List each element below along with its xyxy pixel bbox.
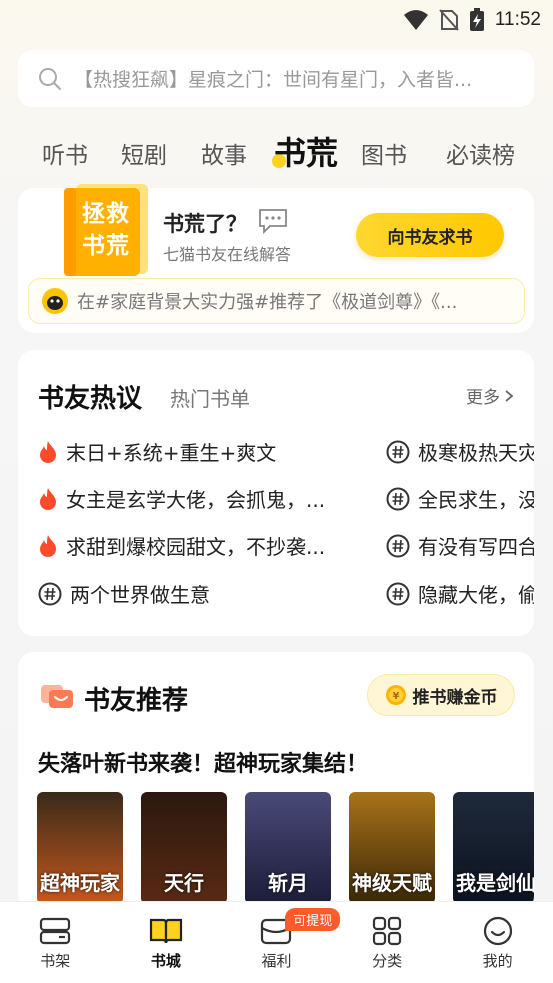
tab-short-drama[interactable]: 短剧 [121,136,167,170]
recommend-headline[interactable]: 失落叶新书来袭！超神玩家集结！ [38,746,368,778]
fire-icon [40,487,56,510]
nav-bookshelf[interactable]: 书架 [0,902,111,983]
book-cover[interactable]: 我是剑仙 [453,792,534,904]
search-placeholder: 【热搜狂飙】星痕之门：世间有星门，入者皆... [74,69,473,91]
wifi-icon [403,10,428,30]
book-covers-row: 超神玩家 天行 斩月 神级天赋 我是剑仙 [37,792,534,912]
fire-icon [40,534,56,557]
topic-text: 两个世界做生意 [70,583,210,607]
nav-bookstore[interactable]: 书城 [111,902,222,983]
grid-icon [372,916,402,946]
topic-text: 隐藏大佬，偷 [418,583,534,607]
topic-item[interactable]: 全民求生，没 [386,484,534,513]
nav-label: 福利 [261,952,292,970]
coin-button-label: 推书赚金币 [412,687,498,708]
cover-title: 天行 [164,871,204,895]
rescue-book-badge: 拯救 书荒 [60,182,152,278]
bottom-navigation: 书架 书城 福利 可提现 分类 我的 [0,901,553,983]
book-cover[interactable]: 超神玩家 [37,792,123,904]
topic-item[interactable]: 两个世界做生意 [38,579,210,608]
topic-text: 求甜到爆校园甜文，不抄袭... [66,535,326,559]
hot-discussion-card: 书友热议 热门书单 更多 末日+系统+重生+爽文 女主是玄学大佬，会抓鬼，...… [18,350,534,636]
nav-label: 书城 [150,952,181,970]
topic-text: 女主是玄学大佬，会抓鬼，... [66,488,326,512]
recommend-title: 书友推荐 [84,686,189,716]
nav-label: 我的 [482,952,513,970]
topic-text: 全民求生，没 [418,488,534,512]
book-cover[interactable]: 斩月 [245,792,331,904]
recommend-chat-icon [41,685,73,708]
nav-me[interactable]: 我的 [442,902,553,983]
topic-text: 末日+系统+重生+爽文 [66,441,277,465]
book-cover[interactable]: 神级天赋 [349,792,435,904]
smile-face-icon [483,916,512,946]
search-icon [39,67,61,90]
more-link[interactable]: 更多 [466,383,514,408]
nav-label: 书架 [40,952,71,970]
nav-welfare[interactable]: 福利 可提现 [221,902,341,983]
ticker-text: 在#家庭背景大实力强#推荐了《极道剑尊》《... [77,292,458,313]
help-ticker[interactable]: 在#家庭背景大实力强#推荐了《极道剑尊》《... [28,278,525,324]
help-title: 书荒了？ [163,212,247,236]
tab-story[interactable]: 故事 [201,136,247,170]
help-subtitle: 七猫书友在线解答 [163,245,292,264]
status-bar: 11:52 [0,0,553,40]
topic-item[interactable]: 极寒极热天灾 [386,437,534,466]
hash-icon [386,440,410,463]
rescue-text: 拯救 书荒 [60,182,152,278]
more-label: 更多 [466,388,500,408]
chevron-right-icon [505,389,514,402]
search-bar[interactable]: 【热搜狂飙】星痕之门：世间有星门，入者皆... [18,50,534,107]
fire-icon [40,440,56,463]
topic-item[interactable]: 隐藏大佬，偷 [386,579,534,608]
hash-icon [386,582,410,605]
category-tabs: 听书 短剧 故事 书荒 图书 必读榜 [0,126,553,178]
rescue-line-1: 拯救 [82,201,130,227]
book-help-card: 拯救 书荒 书荒了？ 七猫书友在线解答 向书友求书 在#家庭背景大实力强#推荐了… [18,184,534,333]
topic-item[interactable]: 有没有写四合 [386,531,534,560]
nav-label: 分类 [372,952,403,970]
no-sim-icon [439,9,459,31]
svg-text:¥: ¥ [392,691,399,702]
nav-category[interactable]: 分类 [332,902,443,983]
recommend-earn-coins-button[interactable]: ¥ 推书赚金币 [367,674,515,716]
rescue-line-2: 书荒 [82,233,130,259]
hash-icon [386,534,410,557]
open-book-icon [149,918,182,944]
hot-discussion-title: 书友热议 [38,384,143,414]
tab-books[interactable]: 图书 [361,136,407,170]
chat-bubble-icon [259,209,287,235]
hash-icon [38,582,62,605]
hot-booklist-link[interactable]: 热门书单 [170,383,250,412]
coin-icon: ¥ [385,685,406,705]
hash-icon [386,487,410,510]
cover-title: 超神玩家 [40,871,120,895]
cover-title: 神级天赋 [352,871,432,895]
topic-item[interactable]: 末日+系统+重生+爽文 [38,437,276,466]
status-time: 11:52 [494,9,541,30]
ask-booklovers-button[interactable]: 向书友求书 [356,213,504,257]
tab-book-shortage[interactable]: 书荒 [272,128,339,174]
battery-charging-icon [469,8,484,31]
tab-book-shortage-label: 书荒 [274,134,339,172]
topic-text: 有没有写四合 [418,535,534,559]
avatar-icon [42,288,68,314]
tab-listen[interactable]: 听书 [42,136,88,170]
cover-title: 我是剑仙 [456,871,534,895]
topic-text: 极寒极热天灾 [418,441,534,465]
booklover-recommend-card: 书友推荐 ¥ 推书赚金币 失落叶新书来袭！超神玩家集结！ 超神玩家 天行 斩月 … [18,652,534,912]
bookshelf-icon [40,917,71,945]
topic-item[interactable]: 女主是玄学大佬，会抓鬼，... [38,484,325,513]
book-cover[interactable]: 天行 [141,792,227,904]
status-icons: 11:52 [403,6,541,34]
topic-item[interactable]: 求甜到爆校园甜文，不抄袭... [38,531,325,560]
cover-title: 斩月 [268,871,308,895]
tab-must-read[interactable]: 必读榜 [446,136,515,170]
